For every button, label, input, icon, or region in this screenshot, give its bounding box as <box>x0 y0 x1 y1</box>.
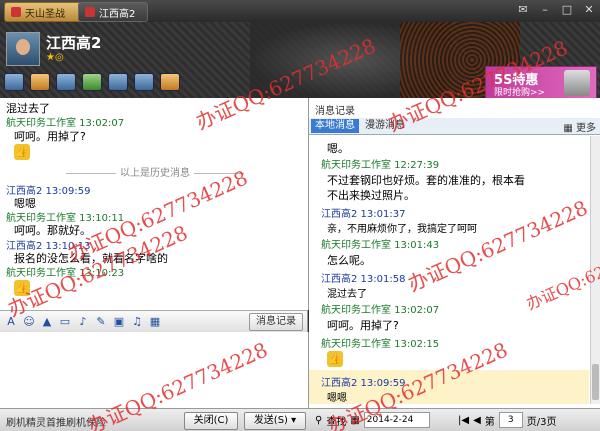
message-content: 呵呵。用掉了? <box>327 319 399 332</box>
qq-icon <box>11 7 21 17</box>
file-transfer-icon[interactable] <box>56 73 76 91</box>
history-divider: 以上是历史消息 <box>60 164 250 179</box>
music-icon[interactable]: ♫ <box>130 315 144 329</box>
scrollbar-thumb[interactable] <box>592 364 599 400</box>
emoji-icon[interactable]: ☺ <box>22 315 36 329</box>
message-content: 呵呵。用掉了? <box>14 130 86 143</box>
message-content: 嗯嗯 <box>327 393 347 404</box>
screenshot-icon[interactable]: ▭ <box>58 315 72 329</box>
voice-call-icon[interactable] <box>30 73 50 91</box>
prev-page-icon[interactable]: ◀ <box>473 415 481 426</box>
close-chat-button[interactable]: 关闭(C) <box>184 412 238 430</box>
star-level-icon: ★◎ <box>46 52 64 63</box>
close-button[interactable]: ✕ <box>582 3 596 17</box>
more-button[interactable]: ▦ 更多 <box>563 119 596 134</box>
message-history-button[interactable]: 消息记录 <box>249 313 303 331</box>
chat-message-area: 混过去了 航天印务工作室 13:02:07 呵呵。用掉了? 👍 以上是历史消息 … <box>0 98 309 310</box>
search-label[interactable]: 查找 <box>326 413 346 428</box>
thumbs-up-icon: 👍 <box>14 280 30 296</box>
history-pager: |◀ ◀ 第 3 页/3页 <box>458 412 557 428</box>
qq-icon <box>85 7 95 17</box>
avatar[interactable] <box>6 32 40 66</box>
history-panel: 消息记录 本地消息 漫游消息 ▦ 更多 嗯。 航天印务工作室 12:27:39 … <box>309 98 600 408</box>
remote-desktop-icon[interactable] <box>108 73 128 91</box>
message-header: 航天印务工作室 12:27:39 <box>321 160 440 171</box>
thumbs-up-icon: 👍 <box>14 144 30 160</box>
history-title: 消息记录 <box>315 106 355 117</box>
page-total: 页/3页 <box>526 416 557 428</box>
phone-icon <box>564 70 590 96</box>
chat-header: 江西高2 ★◎ 5S特惠 限时抢购>> <box>0 22 600 100</box>
message-content: 不出来换过照片。 <box>327 189 415 202</box>
microphone-icon[interactable]: ♪ <box>76 315 90 329</box>
chat-window: 天山圣战 江西高2 ✉ – □ ✕ 江西高2 ★◎ 5S特惠 限时抢购>> 混过… <box>0 0 600 431</box>
ad-banner[interactable]: 5S特惠 限时抢购>> <box>485 66 597 100</box>
history-tabs: 本地消息 漫游消息 ▦ 更多 <box>309 118 600 135</box>
mail-icon[interactable]: ✉ <box>516 3 530 17</box>
history-scrollbar[interactable] <box>590 136 600 404</box>
search-icon[interactable]: ⚲ <box>315 415 322 426</box>
message-content: 不过套钢印也好烦。套的准准的，根本看 <box>327 174 525 187</box>
message-content: 嗯。 <box>327 142 349 155</box>
message-header: 航天印务工作室 13:02:15 <box>321 339 440 350</box>
tab-local-messages[interactable]: 本地消息 <box>311 119 359 133</box>
history-search: ⚲ 查找 ▦ 2014-2-24 <box>315 411 430 429</box>
message-header: 江西高2 13:09:59 <box>321 378 406 389</box>
message-header: 航天印务工作室 13:01:43 <box>321 240 440 251</box>
more-label: 更多 <box>576 123 596 134</box>
maximize-button[interactable]: □ <box>560 3 574 17</box>
page-input[interactable]: 3 <box>498 412 523 428</box>
message-header: 江西高2 13:01:37 <box>321 209 406 220</box>
tab-jiangxi[interactable]: 江西高2 <box>78 2 148 22</box>
tab-roaming-messages[interactable]: 漫游消息 <box>361 119 409 133</box>
date-field[interactable]: 2014-2-24 <box>363 412 430 428</box>
contact-name[interactable]: 江西高2 <box>46 32 101 53</box>
edit-icon[interactable]: ✎ <box>94 315 108 329</box>
window-controls: ✉ – □ ✕ <box>516 3 596 17</box>
message-header: 航天印务工作室 13:02:07 <box>321 305 440 316</box>
status-text[interactable]: 刷机精灵首推刷机保险 <box>6 414 106 429</box>
message-input[interactable] <box>0 332 309 408</box>
message-header: 航天印务工作室 13:02:07 <box>6 118 125 129</box>
page-prefix: 第 <box>484 416 495 428</box>
tab-label: 天山圣战 <box>25 8 65 20</box>
screen-share-icon[interactable] <box>134 73 154 91</box>
send-label: 发送(S) <box>253 415 288 426</box>
message-content: 混过去了 <box>327 289 367 300</box>
ad-subtitle: 限时抢购>> <box>494 88 546 98</box>
apps-icon[interactable] <box>160 73 180 91</box>
first-page-icon[interactable]: |◀ <box>458 415 469 426</box>
video-call-icon[interactable] <box>4 73 24 91</box>
title-bar: 天山圣战 江西高2 ✉ – □ ✕ <box>0 0 600 22</box>
thumbs-up-icon: 👍 <box>327 351 343 367</box>
footer-bar: 刷机精灵首推刷机保险 关闭(C) 发送(S) ▾ ⚲ 查找 ▦ 2014-2-2… <box>0 408 600 431</box>
message-header: 航天印务工作室 13:10:23 <box>6 268 125 279</box>
send-button[interactable]: 发送(S) ▾ <box>244 412 306 430</box>
create-group-icon[interactable] <box>82 73 102 91</box>
message-header: 江西高2 13:01:58 <box>321 274 406 285</box>
font-icon[interactable]: A <box>4 315 18 329</box>
image-icon[interactable]: ▣ <box>112 315 126 329</box>
tab-tianshan[interactable]: 天山圣战 <box>4 2 84 22</box>
shake-icon[interactable]: ▲ <box>40 315 54 329</box>
input-toolbar: A ☺ ▲ ▭ ♪ ✎ ▣ ♫ ▦ 消息记录 <box>0 310 308 332</box>
tab-label: 江西高2 <box>99 8 136 20</box>
message-content: 怎么呢。 <box>327 254 371 267</box>
more-tools-icon[interactable]: ▦ <box>148 315 162 329</box>
calendar-icon[interactable]: ▦ <box>350 415 359 426</box>
message-content: 亲，不用麻烦你了，我搞定了呵呵 <box>327 224 477 235</box>
message-content: 呵呵。那就好。 <box>14 224 91 237</box>
avatar-face <box>16 39 30 55</box>
chat-toolbar <box>4 72 180 92</box>
minimize-button[interactable]: – <box>538 3 552 17</box>
